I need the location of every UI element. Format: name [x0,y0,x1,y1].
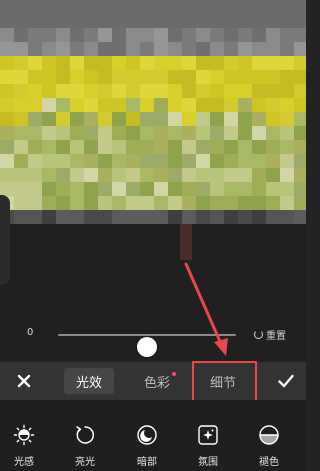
tool-label: 暗部 [137,457,157,468]
tool-label: 褪色 [259,457,279,468]
tab-effects[interactable]: 光效 [64,368,114,394]
tool-label: 光感 [14,457,34,468]
tool-light-sense[interactable]: 光感 [3,424,45,468]
tool-label: 氛围 [198,457,218,468]
reset-label: 重置 [266,330,286,342]
close-icon [17,374,31,388]
image-fragment [180,224,192,260]
sparkle-icon [198,425,218,445]
tool-ambience[interactable]: 氛围 [187,424,229,468]
tab-color-label: 色彩 [143,375,170,391]
slider-track[interactable] [58,334,236,357]
slider-value: 0 [27,327,34,338]
rotate-icon [76,426,94,444]
tab-color[interactable]: 色彩 [132,368,182,394]
reset-button[interactable]: 重置 [254,326,286,342]
photo-preview [0,28,308,224]
check-icon [278,374,294,388]
tool-label: 亮光 [75,457,95,468]
confirm-button[interactable] [274,370,298,392]
tool-bar: 光感 亮光 暗部 氛围 褪色 [0,400,306,471]
reset-icon [254,329,263,339]
slider-thumb[interactable] [137,337,157,357]
new-badge-dot [172,372,176,376]
tool-shadows[interactable]: 暗部 [126,424,168,468]
tool-fade[interactable]: 褪色 [248,424,290,468]
side-handle[interactable] [0,195,10,285]
tool-highlights[interactable]: 亮光 [64,424,106,468]
sun-icon [13,424,35,446]
annotation-highlight-box [192,361,257,404]
moon-icon [137,425,157,445]
adjustment-slider-row: 0 重置 [0,320,306,357]
tab-bar: 光效 色彩 细节 [0,362,306,400]
close-button[interactable] [12,370,36,392]
fade-icon [259,425,279,445]
